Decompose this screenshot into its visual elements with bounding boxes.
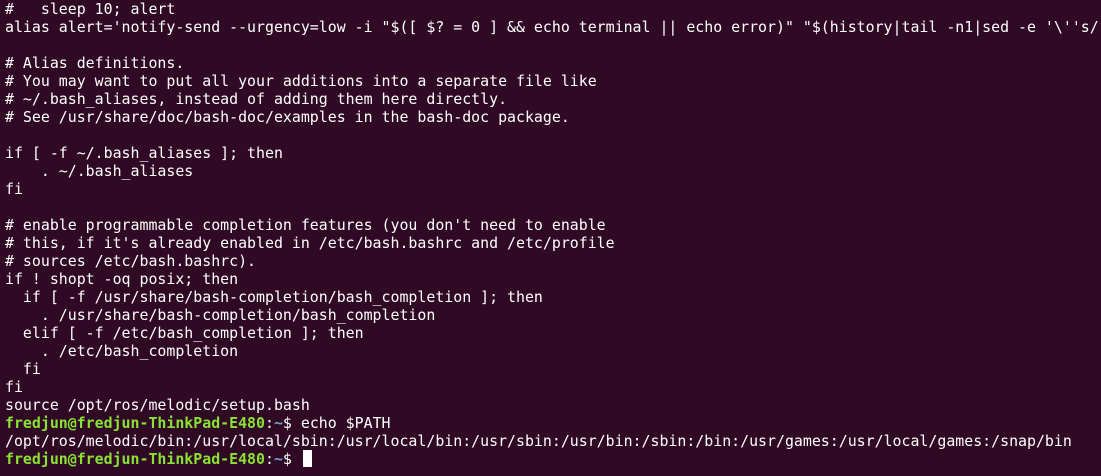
- output-line: if ! shopt -oq posix; then: [5, 270, 239, 288]
- output-line: alias alert='notify-send --urgency=low -…: [5, 18, 1099, 36]
- path-output-line: /opt/ros/melodic/bin:/usr/local/sbin:/us…: [5, 432, 1072, 450]
- output-line: elif [ -f /etc/bash_completion ]; then: [5, 324, 364, 342]
- output-line: if [ -f /usr/share/bash-completion/bash_…: [5, 288, 543, 306]
- terminal-output: # sleep 10; alert alias alert='notify-sen…: [5, 0, 1101, 414]
- output-line: . ~/.bash_aliases: [5, 162, 194, 180]
- output-line: fi: [5, 378, 23, 396]
- text-cursor: [302, 450, 312, 467]
- terminal-window[interactable]: # sleep 10; alert alias alert='notify-sen…: [0, 0, 1101, 476]
- output-line: # You may want to put all your additions…: [5, 72, 597, 90]
- prompt-path: ~: [273, 450, 283, 468]
- output-line: fi: [5, 360, 41, 378]
- output-line: source /opt/ros/melodic/setup.bash: [5, 396, 310, 414]
- prompt-path: ~: [273, 414, 283, 432]
- output-line: . /etc/bash_completion: [5, 342, 239, 360]
- output-line: # sources /etc/bash.bashrc).: [5, 252, 257, 270]
- output-line: # Alias definitions.: [5, 54, 185, 72]
- prompt-user-host: fredjun@fredjun-ThinkPad-E480: [5, 414, 265, 432]
- prompt-symbol: $: [282, 450, 301, 468]
- output-line: fi: [5, 180, 23, 198]
- output-line: # See /usr/share/doc/bash-doc/examples i…: [5, 108, 570, 126]
- output-line: # sleep 10; alert: [5, 0, 176, 18]
- output-line: if [ -f ~/.bash_aliases ]; then: [5, 144, 283, 162]
- output-line: . /usr/share/bash-completion/bash_comple…: [5, 306, 436, 324]
- output-line: # this, if it's already enabled in /etc/…: [5, 234, 615, 252]
- prompt-separator: :: [264, 450, 274, 468]
- command-line-active[interactable]: fredjun@fredjun-ThinkPad-E480:~$: [5, 450, 1101, 468]
- prompt-separator: :: [264, 414, 274, 432]
- output-line: # enable programmable completion feature…: [5, 216, 606, 234]
- prompt-user-host: fredjun@fredjun-ThinkPad-E480: [5, 450, 265, 468]
- prompt-symbol: $: [282, 414, 301, 432]
- output-line: # ~/.bash_aliases, instead of adding the…: [5, 90, 508, 108]
- command-text: echo $PATH: [300, 414, 391, 432]
- command-line-1: fredjun@fredjun-ThinkPad-E480:~$ echo $P…: [5, 414, 1101, 432]
